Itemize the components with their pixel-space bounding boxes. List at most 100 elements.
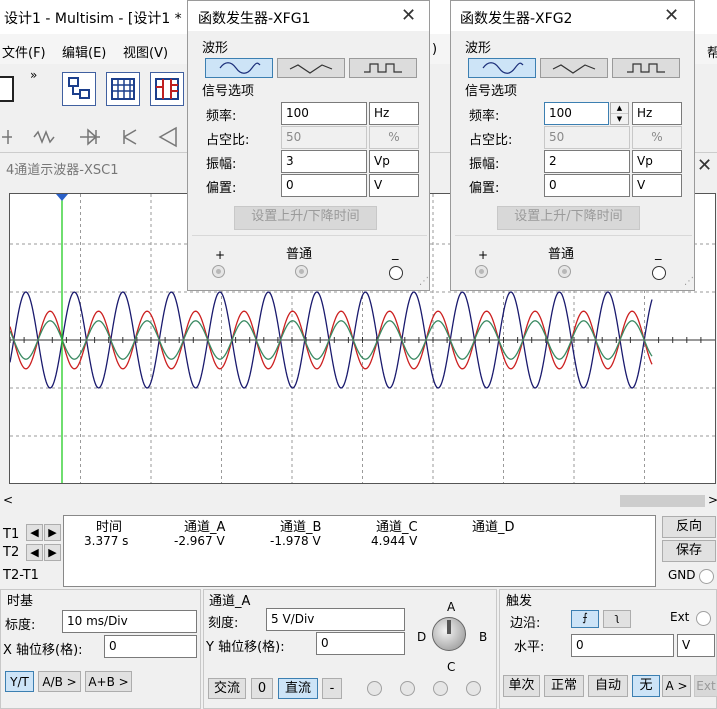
menu-edit[interactable]: 编辑(E) (62, 42, 106, 61)
timebase-scale-label: 标度: (5, 618, 36, 633)
fg1-offset-unit[interactable]: V (369, 174, 419, 197)
scope-scrollbar[interactable]: < > (0, 492, 717, 510)
fg1-triangle-button[interactable] (277, 58, 345, 78)
falling-edge-button[interactable]: ʅ (603, 610, 631, 628)
fg1-square-button[interactable] (349, 58, 417, 78)
reverse-button[interactable]: 反向 (662, 516, 716, 538)
fg2-rise-fall-button[interactable]: 设置上升/下降时间 (497, 206, 640, 230)
fg1-resize-grip-icon[interactable]: ⋰ (419, 276, 429, 287)
menu-help-partial[interactable]: 帮 (707, 42, 717, 61)
scope-close-icon[interactable]: ✕ (697, 157, 712, 175)
fg2-amplitude-unit[interactable]: Vp (632, 150, 682, 173)
fg2-plus-terminal[interactable] (475, 265, 488, 278)
channel-terminal-3[interactable] (433, 681, 448, 696)
single-trigger-button[interactable]: 单次 (503, 675, 540, 697)
fg2-square-button[interactable] (612, 58, 680, 78)
t1-channel-a: -2.967 V (174, 534, 225, 548)
fg2-sine-button[interactable] (468, 58, 536, 78)
channel-panel: 通道_A 刻度: 5 V/Div Y 轴位移(格): 0 A D B C 交流 … (203, 589, 497, 709)
t2-left-button[interactable]: ◀ (26, 544, 43, 561)
t1-right-button[interactable]: ▶ (44, 524, 61, 541)
fg1-sine-button[interactable] (205, 58, 273, 78)
fg2-duty-unit[interactable]: % (632, 126, 682, 149)
fg2-triangle-button[interactable] (540, 58, 608, 78)
fg1-dialog: 函数发生器-XFG1 ✕ 波形 信号选项 频率: 100 Hz 占空比: 50 … (187, 0, 430, 291)
rising-edge-button[interactable]: ⨍ (571, 610, 599, 628)
a-source-button[interactable]: A > (662, 675, 691, 697)
fg1-duty-field[interactable]: 50 (281, 126, 367, 149)
ext-trigger-terminal[interactable] (696, 611, 711, 626)
channel-select-knob[interactable] (432, 617, 466, 651)
spreadsheet-icon[interactable] (150, 72, 184, 106)
t1-label: T1 (3, 527, 20, 542)
fg1-frequency-label: 频率: (206, 109, 237, 124)
fg1-frequency-field[interactable]: 100 (281, 102, 367, 125)
ab-mode-button[interactable]: A/B > (38, 671, 81, 692)
spin-up-icon[interactable]: ▲ (611, 103, 628, 114)
t2-t1-label: T2-T1 (3, 568, 39, 583)
fg2-duty-field[interactable]: 50 (544, 126, 630, 149)
yt-mode-button[interactable]: Y/T (5, 671, 34, 692)
fg1-offset-field[interactable]: 0 (281, 174, 367, 197)
x-position-field[interactable]: 0 (104, 635, 197, 658)
fg1-common-terminal[interactable] (295, 265, 308, 278)
fg2-waveform-label: 波形 (465, 41, 492, 56)
menu-partial[interactable]: ) (432, 42, 437, 57)
fg2-amplitude-field[interactable]: 2 (544, 150, 630, 173)
fg2-frequency-spinner[interactable]: ▲ ▼ (610, 102, 629, 125)
zero-coupling-button[interactable]: 0 (251, 678, 273, 699)
fg2-frequency-field[interactable]: 100 (544, 102, 609, 125)
timebase-panel: 时基 标度: 10 ms/Div X 轴位移(格): 0 Y/T A/B > A… (0, 589, 201, 709)
normal-trigger-button[interactable]: 正常 (544, 675, 584, 697)
save-button[interactable]: 保存 (662, 540, 716, 562)
trigger-level-field[interactable]: 0 (571, 634, 674, 657)
fg1-close-icon[interactable]: ✕ (401, 7, 416, 25)
scroll-thumb[interactable] (620, 495, 705, 507)
fg2-offset-unit[interactable]: V (632, 174, 682, 197)
channel-terminal-4[interactable] (466, 681, 481, 696)
fg2-frequency-unit[interactable]: Hz (632, 102, 682, 125)
new-file-icon[interactable] (0, 76, 14, 102)
fg1-plus-terminal[interactable] (212, 265, 225, 278)
none-trigger-button[interactable]: 无 (632, 675, 660, 697)
toolbar-overflow-icon[interactable]: » (30, 68, 37, 82)
dc-coupling-button[interactable]: 直流 (278, 678, 318, 699)
fg1-minus-terminal[interactable] (389, 266, 403, 280)
scroll-right-icon[interactable]: > (708, 493, 717, 507)
fg2-close-icon[interactable]: ✕ (664, 7, 679, 25)
fg2-resize-grip-icon[interactable]: ⋰ (684, 276, 694, 287)
t2-right-button[interactable]: ▶ (44, 544, 61, 561)
fg2-offset-field[interactable]: 0 (544, 174, 630, 197)
fg2-frequency-label: 频率: (469, 109, 500, 124)
trigger-level-unit[interactable]: V (677, 634, 715, 657)
menu-view[interactable]: 视图(V) (123, 42, 168, 61)
fg1-amplitude-field[interactable]: 3 (281, 150, 367, 173)
gnd-terminal[interactable] (699, 569, 714, 584)
channel-terminal-2[interactable] (400, 681, 415, 696)
a-plus-b-mode-button[interactable]: A+B > (85, 671, 132, 692)
scroll-left-icon[interactable]: < (3, 493, 13, 507)
fg2-common-terminal[interactable] (558, 265, 571, 278)
fg1-title-bar[interactable]: 函数发生器-XFG1 ✕ (188, 1, 429, 31)
fg2-title-bar[interactable]: 函数发生器-XFG2 ✕ (451, 1, 694, 31)
auto-trigger-button[interactable]: 自动 (588, 675, 628, 697)
minus-button[interactable]: - (322, 678, 342, 699)
fg1-duty-unit[interactable]: % (369, 126, 419, 149)
t1-left-button[interactable]: ◀ (26, 524, 43, 541)
spin-down-icon[interactable]: ▼ (611, 114, 628, 124)
channel-scale-field[interactable]: 5 V/Div (266, 608, 405, 631)
fg2-minus-label: _ (655, 246, 662, 261)
ac-coupling-button[interactable]: 交流 (208, 678, 246, 699)
fg1-frequency-unit[interactable]: Hz (369, 102, 419, 125)
fg1-rise-fall-button[interactable]: 设置上升/下降时间 (234, 206, 377, 230)
fg2-minus-terminal[interactable] (652, 266, 666, 280)
grid-icon[interactable] (106, 72, 140, 106)
y-position-field[interactable]: 0 (316, 632, 405, 655)
menu-file[interactable]: 文件(F) (2, 42, 46, 61)
fg1-amplitude-unit[interactable]: Vp (369, 150, 419, 173)
schematic-icon[interactable] (62, 72, 96, 106)
channel-terminal-1[interactable] (367, 681, 382, 696)
ext-source-button[interactable]: Ext (694, 675, 717, 697)
timebase-scale-field[interactable]: 10 ms/Div (62, 610, 197, 633)
fg1-duty-label: 占空比: (206, 133, 250, 148)
